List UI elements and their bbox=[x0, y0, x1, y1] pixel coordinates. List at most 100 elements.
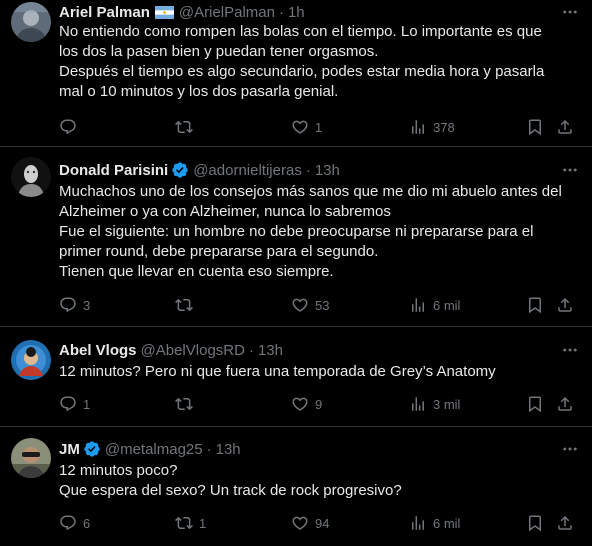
user-handle[interactable]: @metalmag25 bbox=[105, 441, 203, 458]
timestamp[interactable]: 1h bbox=[288, 4, 305, 21]
heart-icon bbox=[291, 514, 309, 532]
tweet-card[interactable]: Ariel Palman @ArielPalman · 1h No entien… bbox=[0, 0, 592, 147]
share-button[interactable] bbox=[556, 117, 574, 137]
reply-button[interactable]: 1 bbox=[59, 394, 90, 414]
views-icon bbox=[409, 395, 427, 413]
tweet-text-line: Muchachos uno de los consejos más sanos … bbox=[59, 183, 562, 200]
reply-count: 6 bbox=[83, 515, 91, 531]
separator-dot: · bbox=[305, 161, 311, 179]
retweet-button[interactable] bbox=[175, 295, 199, 315]
reply-icon bbox=[59, 296, 77, 314]
display-name[interactable]: Ariel Palman bbox=[59, 4, 150, 21]
tweet-text-line: Alzheimer o ya con Alzheimer, nunca lo s… bbox=[59, 203, 391, 220]
retweet-button[interactable] bbox=[175, 394, 199, 414]
verified-badge-icon bbox=[171, 161, 189, 179]
views-icon bbox=[409, 296, 427, 314]
more-icon[interactable] bbox=[560, 439, 580, 459]
bookmark-button[interactable] bbox=[526, 295, 544, 315]
tweet-card[interactable]: Donald Parisini @adornieltijeras · 13h M… bbox=[0, 147, 592, 327]
avatar[interactable] bbox=[11, 157, 51, 197]
retweet-count: 1 bbox=[199, 515, 207, 531]
reply-icon bbox=[59, 118, 77, 136]
tweet-card[interactable]: JM @metalmag25 · 13h 12 minutos poco? Qu… bbox=[0, 427, 592, 546]
heart-icon bbox=[291, 395, 309, 413]
tweet-card[interactable]: Abel Vlogs @AbelVlogsRD · 13h 12 minutos… bbox=[0, 327, 592, 427]
like-button[interactable]: 94 bbox=[291, 513, 329, 533]
retweet-button[interactable] bbox=[175, 117, 199, 137]
tweet-text-line: mal o 10 minutos y los dos pasarla genia… bbox=[59, 83, 339, 100]
like-button[interactable]: 1 bbox=[291, 117, 322, 137]
retweet-icon bbox=[175, 395, 193, 413]
more-icon[interactable] bbox=[560, 340, 580, 360]
like-count: 53 bbox=[315, 297, 330, 313]
tweet-text-line: primer round, debe prepararse para el se… bbox=[59, 243, 379, 260]
share-button[interactable] bbox=[556, 513, 574, 533]
heart-icon bbox=[291, 118, 309, 136]
reply-count: 1 bbox=[83, 396, 91, 412]
reply-icon bbox=[59, 395, 77, 413]
views-count: 6 mil bbox=[433, 297, 461, 313]
share-icon bbox=[556, 514, 574, 532]
tweet-text-line: 12 minutos poco? bbox=[59, 462, 178, 479]
like-count: 94 bbox=[315, 515, 330, 531]
user-handle[interactable]: @AbelVlogsRD bbox=[141, 342, 245, 359]
views-icon bbox=[409, 514, 427, 532]
bookmark-icon bbox=[526, 118, 544, 136]
tweet-text: 12 minutos poco? Que espera del sexo? Un… bbox=[59, 461, 580, 501]
more-icon[interactable] bbox=[560, 2, 580, 22]
user-handle[interactable]: @adornieltijeras bbox=[193, 162, 302, 179]
tweet-header: JM @metalmag25 · 13h bbox=[59, 439, 552, 459]
separator-dot: · bbox=[206, 440, 212, 458]
argentina-flag-icon bbox=[154, 5, 174, 19]
reply-count: 3 bbox=[83, 297, 91, 313]
display-name[interactable]: Abel Vlogs bbox=[59, 342, 137, 359]
share-button[interactable] bbox=[556, 295, 574, 315]
bookmark-icon bbox=[526, 514, 544, 532]
display-name[interactable]: JM bbox=[59, 441, 80, 458]
like-button[interactable]: 53 bbox=[291, 295, 329, 315]
tweet-header: Donald Parisini @adornieltijeras · 13h bbox=[59, 160, 552, 180]
tweet-text: Muchachos uno de los consejos más sanos … bbox=[59, 182, 580, 282]
more-icon[interactable] bbox=[560, 160, 580, 180]
retweet-icon bbox=[175, 118, 193, 136]
tweet-header: Abel Vlogs @AbelVlogsRD · 13h bbox=[59, 340, 552, 360]
bookmark-button[interactable] bbox=[526, 394, 544, 414]
share-button[interactable] bbox=[556, 394, 574, 414]
avatar[interactable] bbox=[11, 340, 51, 380]
timestamp[interactable]: 13h bbox=[258, 342, 283, 359]
views-button[interactable]: 378 bbox=[409, 117, 455, 137]
like-count: 9 bbox=[315, 396, 323, 412]
views-button[interactable]: 3 mil bbox=[409, 394, 460, 414]
reply-button[interactable]: 3 bbox=[59, 295, 90, 315]
timestamp[interactable]: 13h bbox=[216, 441, 241, 458]
share-icon bbox=[556, 395, 574, 413]
views-button[interactable]: 6 mil bbox=[409, 513, 460, 533]
bookmark-icon bbox=[526, 296, 544, 314]
views-count: 6 mil bbox=[433, 515, 461, 531]
retweet-button[interactable]: 1 bbox=[175, 513, 206, 533]
share-icon bbox=[556, 118, 574, 136]
views-icon bbox=[409, 118, 427, 136]
views-count: 378 bbox=[433, 119, 455, 135]
user-handle[interactable]: @ArielPalman bbox=[179, 4, 275, 21]
separator-dot: · bbox=[278, 3, 284, 21]
tweet-text-line: Tienen que llevar en cuenta eso siempre. bbox=[59, 263, 334, 280]
avatar[interactable] bbox=[11, 2, 51, 42]
bookmark-icon bbox=[526, 395, 544, 413]
views-button[interactable]: 6 mil bbox=[409, 295, 460, 315]
like-count: 1 bbox=[315, 119, 323, 135]
avatar[interactable] bbox=[11, 438, 51, 478]
like-button[interactable]: 9 bbox=[291, 394, 322, 414]
bookmark-button[interactable] bbox=[526, 513, 544, 533]
reply-button[interactable] bbox=[59, 117, 83, 137]
retweet-icon bbox=[175, 296, 193, 314]
heart-icon bbox=[291, 296, 309, 314]
bookmark-button[interactable] bbox=[526, 117, 544, 137]
action-bar: 1 9 3 mil bbox=[59, 394, 580, 414]
share-icon bbox=[556, 296, 574, 314]
reply-button[interactable]: 6 bbox=[59, 513, 90, 533]
display-name[interactable]: Donald Parisini bbox=[59, 162, 168, 179]
timestamp[interactable]: 13h bbox=[315, 162, 340, 179]
verified-badge-icon bbox=[83, 440, 101, 458]
separator-dot: · bbox=[248, 341, 254, 359]
